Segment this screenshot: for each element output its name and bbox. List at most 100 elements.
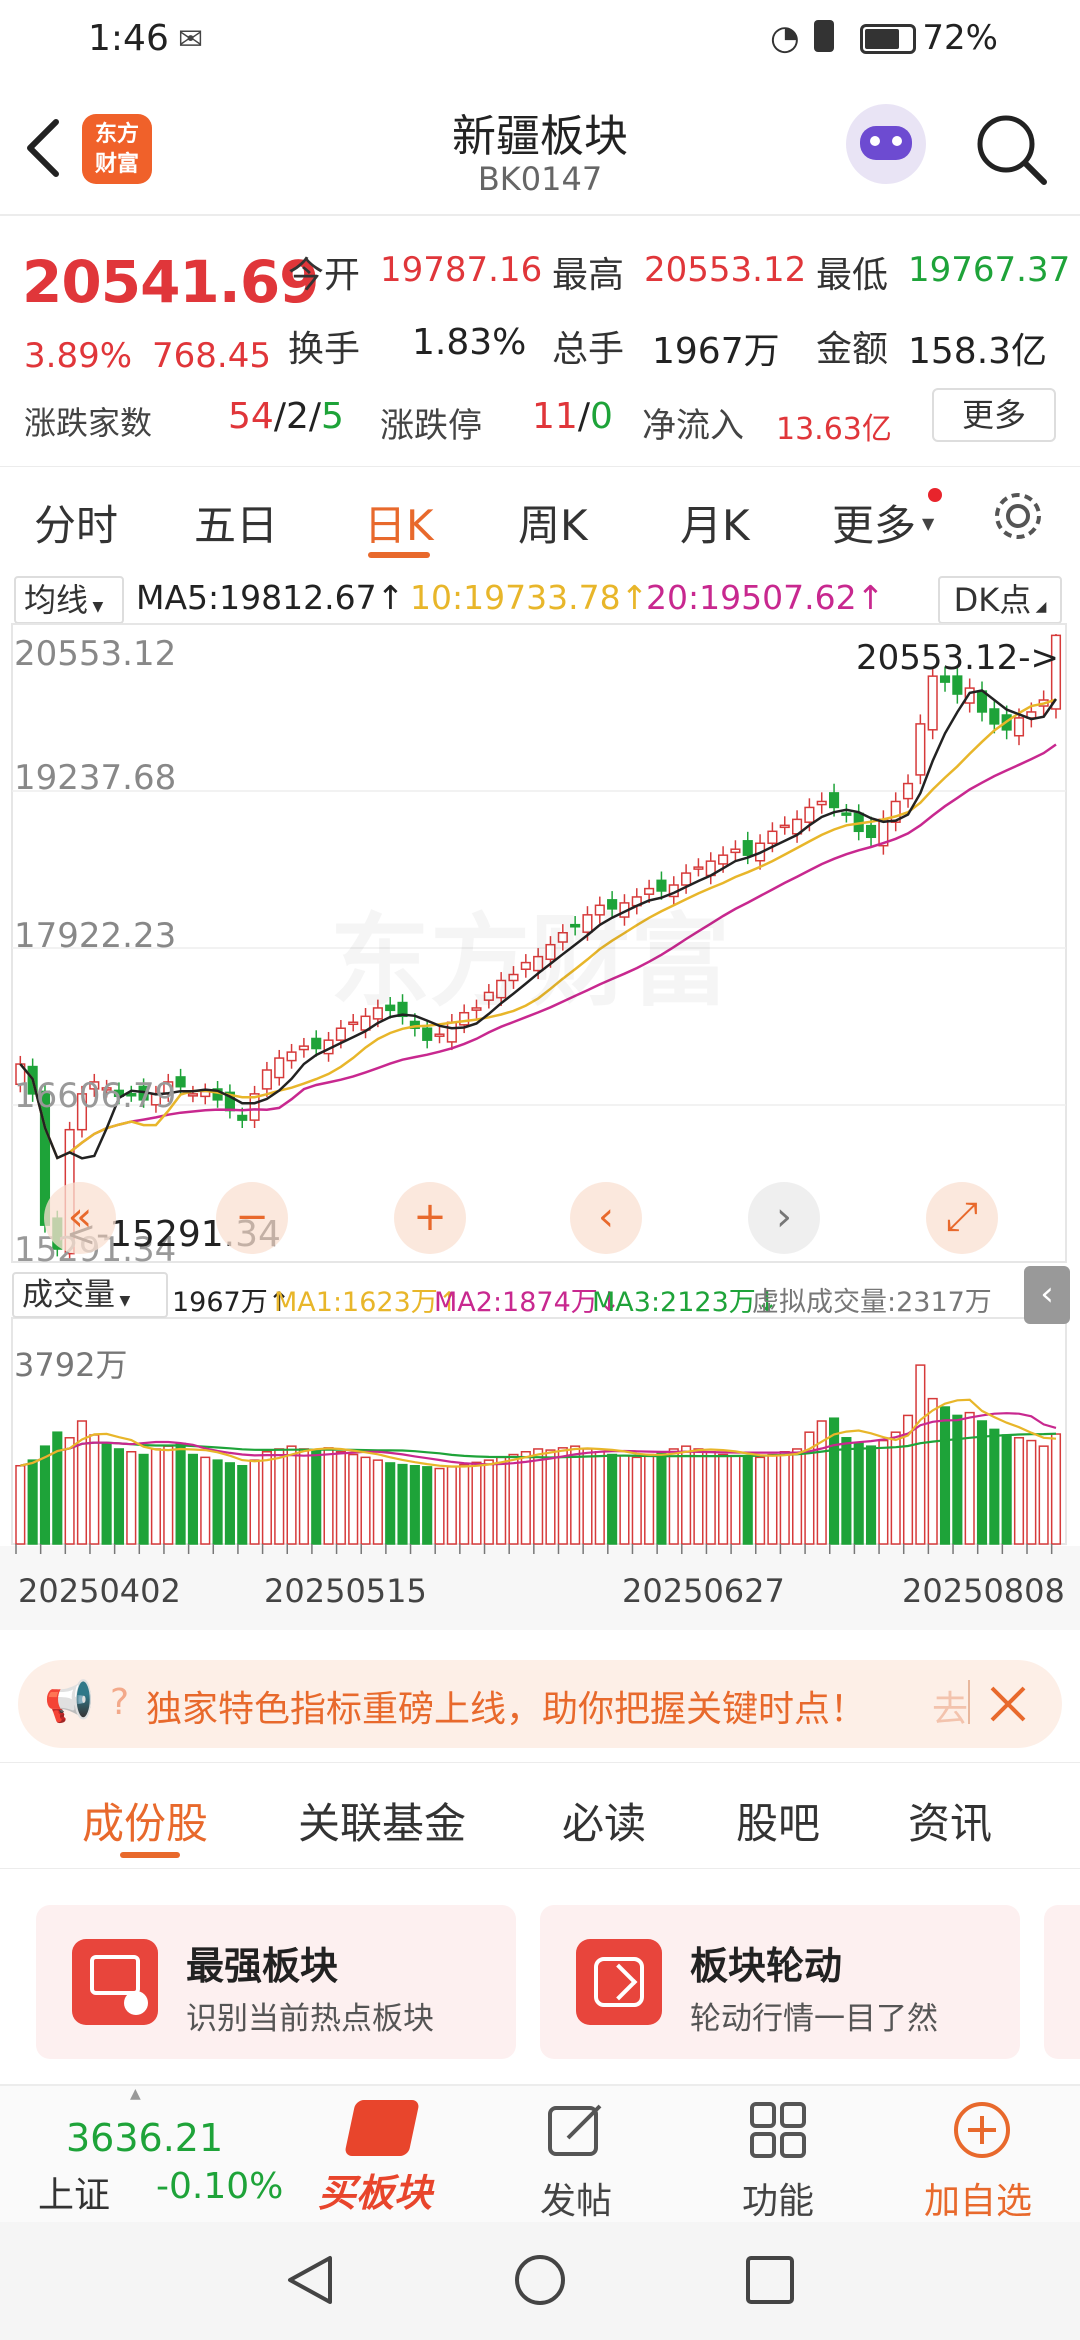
volume-bar [187,1453,198,1545]
volume-bar [718,1453,729,1545]
promo-text: 独家特色指标重磅上线，助你把握关键时点！ [146,1689,867,1730]
candle-body [779,824,790,829]
back-nav-icon[interactable] [282,2252,338,2308]
open-value: 19787.16 [380,250,543,290]
search-icon[interactable] [974,112,1048,186]
megaphone-icon: 📢 [44,1679,94,1725]
recents-nav-icon[interactable] [742,2252,798,2308]
candle-body [175,1076,186,1088]
volume-bar [459,1463,470,1545]
volume-bar [681,1445,692,1545]
volume-bar [323,1447,334,1545]
volume-bar [570,1445,581,1545]
candle-body [718,854,729,865]
add-watchlist-button[interactable]: 加自选 [900,2086,1070,2224]
volume-bar [976,1420,988,1545]
card-peek[interactable] [1044,1905,1080,2059]
volume-bar [878,1439,889,1545]
volume-bar [409,1464,420,1545]
volume-bar [397,1463,408,1545]
volume-bar [557,1447,568,1545]
tab-five-day[interactable]: 五日 [194,492,278,553]
volume-bar [64,1437,75,1545]
strongest-sector-icon [72,1939,158,2025]
active-tab-indicator [368,552,430,558]
page-title: 新疆板块 [452,111,628,162]
volume-bar [52,1431,63,1545]
edit-icon [548,2104,602,2156]
volume-bar [150,1448,162,1545]
more-button[interactable]: 更多 [932,388,1056,442]
volume-bar [964,1411,975,1545]
volume-bar [841,1437,852,1545]
promo-tail: 去 [932,1689,969,1730]
amount-value: 158.3亿 [908,331,1048,372]
buy-sector-button[interactable]: 买板块 [300,2086,460,2224]
volume-bar [39,1445,51,1545]
volume-bar [446,1466,457,1545]
date-axis-label: 20250402 [18,1572,181,1610]
logo-text-top: 东方 [94,122,139,147]
sector-code: BK0147 [477,160,603,198]
candle-body [261,1069,272,1090]
high-label: 最高 [552,255,625,296]
close-icon[interactable] [986,1682,1030,1726]
index-ticker[interactable]: ▲ 3636.21 上证 -0.10% [0,2086,290,2224]
tab-constituents[interactable]: 成份股 [82,1790,208,1851]
price-axis-label: 16606.79 [14,1076,177,1116]
promo-banner[interactable]: 📢 ? 独家特色指标重磅上线，助你把握关键时点！ 去 [18,1660,1062,1748]
chart-control-button[interactable]: ⤢ [926,1182,998,1254]
volume-bar [200,1456,211,1545]
chart-control-button[interactable]: − [216,1182,288,1254]
volume-bar [755,1456,766,1545]
expand-caret-icon: ▲ [130,2086,141,2102]
assistant-avatar[interactable] [846,104,926,184]
candle-body [335,1027,346,1041]
tab-related-funds[interactable]: 关联基金 [298,1790,466,1851]
tab-news[interactable]: 资讯 [908,1790,992,1851]
settings-gear-icon[interactable] [990,488,1046,544]
home-nav-icon[interactable] [512,2252,568,2308]
tab-daily-k[interactable]: 日K [364,492,434,553]
volume-bar [286,1445,297,1545]
volume-bar [496,1456,507,1545]
functions-button[interactable]: 功能 [700,2086,850,2224]
collapse-panel-button[interactable]: ‹ [1024,1266,1070,1324]
chart-control-button[interactable]: + [394,1182,466,1254]
notification-dot [928,488,942,502]
post-button[interactable]: 发帖 [500,2086,650,2224]
candle-body [804,806,815,823]
tab-weekly-k[interactable]: 周K [518,492,588,553]
tab-forum[interactable]: 股吧 [736,1790,820,1851]
volume-bar [471,1461,482,1545]
amount-label: 金额 [816,329,889,370]
open-label: 今开 [288,255,361,296]
limit-up-count: 11 [532,396,578,437]
divider [0,466,1080,467]
add-watchlist-label: 加自选 [924,2181,1033,2222]
card-strongest-sector[interactable]: 最强板块 识别当前热点板块 [36,1905,516,2059]
volume-bar [890,1431,901,1545]
chart-control-button[interactable]: ‹ [570,1182,642,1254]
tab-monthly-k[interactable]: 月K [680,492,750,553]
volume-current: 1967万↑ [172,1287,291,1318]
candle-body [446,1021,457,1043]
tab-must-read[interactable]: 必读 [562,1790,646,1851]
tab-more[interactable]: 更多 [832,492,916,553]
volume-bar [989,1428,1000,1545]
volume-selector[interactable]: 成交量 ▼ [12,1272,168,1318]
candle-body [286,1051,297,1062]
chart-control-button[interactable]: › [748,1182,820,1254]
tab-intraday[interactable]: 分时 [34,492,118,553]
card-sector-rotation[interactable]: 板块轮动 轮动行情一目了然 [540,1905,1020,2059]
chart-control-button[interactable]: « [44,1182,116,1254]
index-change: -0.10% [156,2166,284,2207]
volume-ma3: MA3:2123万↓ [592,1287,779,1318]
sector-rotation-icon [576,1939,662,2025]
updown-counts: 54/2/5 [228,396,344,437]
volume-bar [792,1448,803,1545]
candle-body [298,1045,309,1051]
volume-bar [619,1454,630,1545]
buy-sector-label: 买板块 [318,2171,433,2215]
back-icon[interactable] [22,118,62,178]
